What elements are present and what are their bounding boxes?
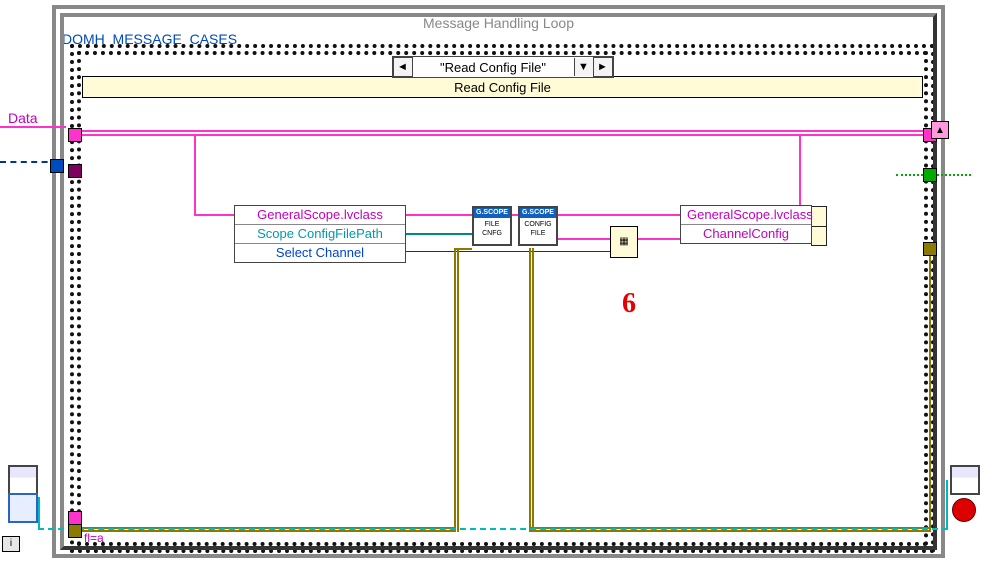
tunnel-data-in: [68, 128, 82, 142]
wire-index-to-bundle: [636, 238, 682, 240]
case-structure: ◄ "Read Config File" ▼ ► Read Config Fil…: [70, 44, 935, 553]
unbundle-row-path: Scope ConfigFilePath: [235, 225, 405, 244]
bundle-by-name[interactable]: GeneralScope.lvclass ChannelConfig: [680, 205, 812, 244]
wire-data-external: [0, 126, 66, 128]
vi-config-file[interactable]: G.SCOPE CONFIG FILE: [518, 206, 558, 246]
wire-err-in-h: [74, 530, 454, 532]
event-struct-icon[interactable]: [8, 465, 38, 495]
unbundle-by-name[interactable]: GeneralScope.lvclass Scope ConfigFilePat…: [234, 205, 406, 263]
wire-err-out-h: [529, 530, 931, 532]
loop-title: Message Handling Loop: [423, 15, 574, 31]
data-wire-label: Data: [8, 110, 38, 126]
tunnel-variant-in: [68, 164, 82, 178]
wire-path-out: [404, 233, 474, 235]
case-selector[interactable]: ◄ "Read Config File" ▼ ►: [392, 56, 614, 78]
index-array-node[interactable]: ▦: [610, 226, 638, 258]
vi2-header: G.SCOPE: [520, 208, 556, 218]
case-banner: Read Config File: [82, 76, 923, 98]
wire-cyan-up-r: [946, 480, 948, 529]
vi-file-cnfg[interactable]: G.SCOPE FILE CNFG: [472, 206, 512, 246]
tunnel-err-in: [68, 524, 82, 538]
wire-cyan-up: [38, 497, 40, 529]
wire-data-down1: [194, 134, 196, 214]
enqueue-icon[interactable]: [950, 465, 980, 495]
wire-err-up1: [454, 248, 456, 532]
tunnel-green-out: [923, 168, 937, 182]
wire-err-down2: [529, 248, 531, 532]
wire-class-out: [404, 214, 474, 216]
wire-channel-out: [404, 251, 610, 252]
fla-label: fl=a: [84, 531, 104, 545]
bundle-row-chanconfig: ChannelConfig: [681, 225, 811, 243]
selector-value: "Read Config File": [413, 60, 574, 75]
wire-err-into-vi: [454, 248, 472, 250]
bundle-node[interactable]: [811, 206, 827, 246]
wire-data-into-unbundle: [194, 214, 234, 216]
wire-class-to-bundle: [554, 214, 680, 216]
while-loop: Message Handling Loop DQMH_MESSAGE_CASES…: [52, 5, 945, 558]
variant-icon[interactable]: [8, 493, 38, 523]
wire-err-out-v: [929, 248, 931, 532]
selector-dropdown-icon[interactable]: ▼: [574, 58, 593, 76]
vi1-body: FILE CNFG: [474, 218, 510, 244]
tunnel-err-out: [923, 242, 937, 256]
wire-data-main: [74, 134, 931, 136]
bundle-row-class: GeneralScope.lvclass: [681, 206, 811, 225]
annotation-6: 6: [622, 288, 636, 320]
wire-data-down2: [799, 134, 801, 208]
stop-button-icon[interactable]: [952, 498, 976, 522]
vi2-body: CONFIG FILE: [520, 218, 556, 244]
tunnel-pink-lowin: [68, 511, 82, 525]
unbundle-row-channel: Select Channel: [235, 244, 405, 262]
unbundle-row-class: GeneralScope.lvclass: [235, 206, 405, 225]
selector-next-icon[interactable]: ►: [593, 57, 613, 77]
wire-to-index: [554, 238, 610, 240]
selector-prev-icon[interactable]: ◄: [393, 57, 413, 77]
wire-queue-cyan: [38, 528, 948, 530]
shift-register-up-icon[interactable]: ▲: [931, 121, 949, 139]
i-terminal: i: [2, 536, 20, 552]
vi1-header: G.SCOPE: [474, 208, 510, 218]
tunnel-blue-in: [50, 159, 64, 173]
